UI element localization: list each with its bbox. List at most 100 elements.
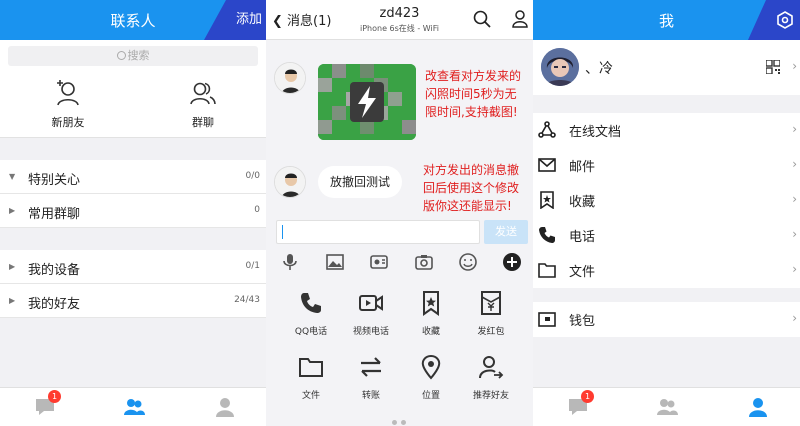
profile-card[interactable]: 、冷 › [533,40,800,95]
contact-group-section-2: ▶ 我的设备 0/1 ▶ 我的好友 24/43 [0,250,266,318]
grid-item-qq-call[interactable]: QQ电话 [278,290,344,337]
search-placeholder: 搜索 [127,49,150,62]
message-list: 改查看对方发来的 闪照时间5秒为无 限时间,支持截图! 放撤回测试 对方发出的消… [266,40,533,213]
chat-toolbar [266,246,533,278]
group-chat-button[interactable]: 群聊 [163,78,243,130]
menu-label: 邮件 [569,160,596,175]
page-dot [392,420,397,425]
group-count: 0/0 [245,171,260,181]
group-name: 我的好友 [28,297,81,312]
grid-item-file[interactable]: 文件 [278,354,344,401]
menu-item-files[interactable]: 文件 › [533,253,800,288]
unread-badge: 1 [48,390,61,403]
chevron-right-icon: › [792,122,797,136]
chat-header: ❮ 消息(1) zd423 iPhone 6s在线 - WiFi [266,0,533,40]
red-packet-icon [481,291,501,315]
chevron-right-icon: › [792,157,797,171]
search-icon[interactable] [473,10,491,28]
image-icon[interactable] [325,252,345,272]
annotation-line: 闪照时间5秒为无 [425,87,517,101]
annotation-recall: 对方发出的消息撤 回后使用这个修改 版你这还能显示! [423,161,519,215]
group-name: 常用群聊 [28,207,81,222]
phone-icon [539,227,555,243]
annotation-line: 版你这还能显示! [423,199,512,213]
contacts-panel: 联系人 添加 搜索 新朋友 群聊 ▼ 特别关心 0/0 ▶ 常用群聊 0 ▶ 我… [0,0,266,426]
flash-photo-message[interactable] [318,64,416,140]
settings-button[interactable] [748,0,800,40]
text-message[interactable]: 放撤回测试 [318,166,403,198]
profile-icon[interactable] [512,10,528,28]
search-input[interactable]: 搜索 [8,46,258,66]
avatar[interactable] [274,166,306,198]
menu-item-mail[interactable]: 邮件 › [533,148,800,183]
folder-icon [299,358,323,377]
qr-code-icon[interactable] [766,60,780,74]
menu-item-wallet[interactable]: 钱包 › [533,302,800,337]
grid-label: QQ电话 [294,327,328,337]
collapsed-arrow-icon: ▶ [9,296,16,305]
menu-item-phone[interactable]: 电话 › [533,218,800,253]
grid-item-red-packet[interactable]: 发红包 [458,290,524,337]
menu-item-online-docs[interactable]: 在线文档 › [533,113,800,148]
chat-title: zd423 [379,6,420,21]
avatar[interactable] [541,48,579,86]
group-row-my-friends[interactable]: ▶ 我的好友 24/43 [0,284,266,318]
unread-badge: 1 [581,390,594,403]
annotation-flash-photo: 改查看对方发来的 闪照时间5秒为无 限时间,支持截图! [425,67,521,121]
menu-item-favorites[interactable]: 收藏 › [533,183,800,218]
tab-me[interactable] [213,396,237,418]
tab-me[interactable] [746,396,770,418]
message-input[interactable] [276,220,480,244]
tab-messages[interactable]: 1 [33,390,61,418]
new-friends-button[interactable]: 新朋友 [28,78,108,130]
tab-contacts[interactable] [655,396,679,418]
expanded-arrow-icon: ▼ [9,172,16,181]
send-button[interactable]: 发送 [484,220,528,244]
grid-label: 文件 [301,391,320,401]
annotation-line: 限时间,支持截图! [425,105,518,119]
tab-contacts[interactable] [122,396,146,418]
flash-photo-icon [318,64,416,140]
add-contact-button[interactable]: 添加 [204,0,266,40]
grid-item-favorites[interactable]: 收藏 [398,290,464,337]
phone-icon [301,293,321,313]
grid-label: 位置 [421,391,440,401]
grid-label: 收藏 [421,327,440,337]
grid-label: 推荐好友 [472,391,509,401]
avatar[interactable] [274,62,306,94]
video-message-icon[interactable] [369,252,389,272]
wallet-icon [538,312,556,327]
annotation-line: 对方发出的消息撤 [423,163,520,177]
tab-messages[interactable]: 1 [566,390,594,418]
grid-item-transfer[interactable]: 转账 [338,354,404,401]
group-row-my-devices[interactable]: ▶ 我的设备 0/1 [0,250,266,284]
grid-item-recommend-friend[interactable]: 推荐好友 [458,354,524,401]
annotation-line: 回后使用这个修改 [423,181,520,195]
grid-label: 发红包 [477,327,505,337]
bottom-tab-bar: 1 [0,387,266,426]
menu-label: 钱包 [569,314,596,329]
grid-label: 视频电话 [352,327,389,337]
group-row-special-care[interactable]: ▼ 特别关心 0/0 [0,160,266,194]
emoji-icon[interactable] [458,252,478,272]
contact-actions: 新朋友 群聊 [0,72,266,138]
user-avatar-icon [541,48,579,86]
plus-icon[interactable] [502,252,522,272]
group-row-frequent-groups[interactable]: ▶ 常用群聊 0 [0,194,266,228]
contacts-icon [124,399,145,415]
grid-item-video-call[interactable]: 视频电话 [338,290,404,337]
group-count: 0 [254,205,260,215]
collapsed-arrow-icon: ▶ [9,206,16,215]
camera-icon[interactable] [414,252,434,272]
add-friend-icon [57,80,79,106]
group-count: 0/1 [245,261,260,271]
group-name: 特别关心 [28,173,81,188]
grid-item-location[interactable]: 位置 [398,354,464,401]
search-bar: 搜索 [0,40,266,72]
chevron-right-icon: › [792,59,797,73]
microphone-icon[interactable] [280,252,300,272]
location-icon [421,354,441,380]
group-count: 24/43 [234,295,260,305]
new-friends-label: 新朋友 [51,116,85,129]
favorite-icon [540,191,554,209]
